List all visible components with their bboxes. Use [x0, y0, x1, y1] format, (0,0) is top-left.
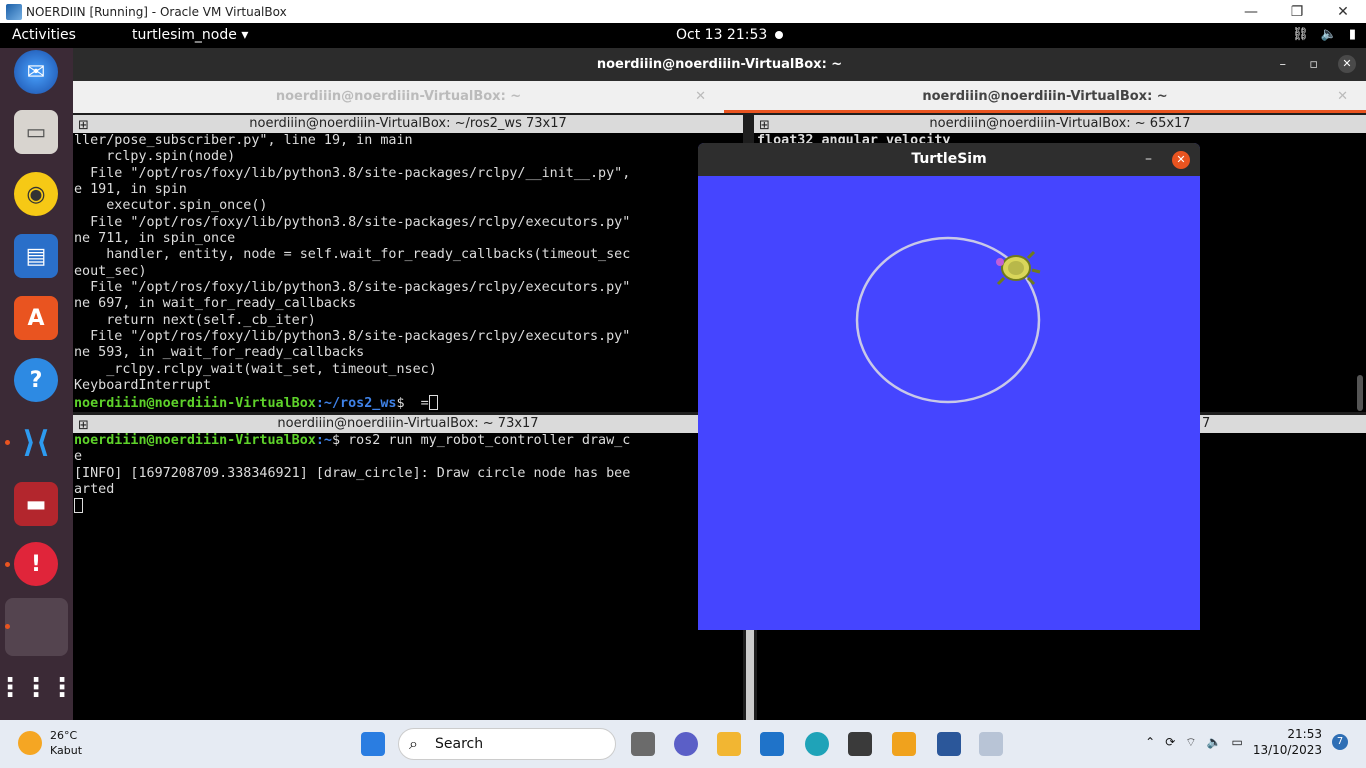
weather-temp: 26°C	[50, 729, 78, 742]
pane-title: ⊞ noerdiiin@noerdiiin-VirtualBox: ~ 73x1…	[73, 415, 743, 433]
dock-selected-highlight	[5, 598, 68, 656]
tab-close-icon[interactable]: ✕	[695, 81, 706, 113]
running-indicator	[5, 440, 10, 445]
turtlesim-window: TurtleSim – ✕	[698, 143, 1200, 630]
search-box[interactable]: ⌕ Search	[398, 728, 616, 760]
app-taskbar-icon[interactable]	[892, 732, 916, 756]
battery-icon[interactable]: ▭	[1231, 735, 1242, 749]
pane-title: ⊞ noerdiiin@noerdiiin-VirtualBox: ~ 65x1…	[754, 115, 1366, 133]
terminal-title: noerdiiin@noerdiiin-VirtualBox: ~	[596, 57, 843, 72]
gnome-top-bar: Activities turtlesim_node ▾ Oct 13 21:53…	[0, 23, 1366, 48]
edge-icon[interactable]	[805, 732, 829, 756]
volume-icon[interactable]: 🔈	[1321, 27, 1337, 42]
notification-badge[interactable]: 7	[1332, 734, 1348, 750]
tab-label: noerdiiin@noerdiiin-VirtualBox: ~	[275, 89, 522, 104]
terminal-maximize-button[interactable]: ▫	[1309, 48, 1318, 81]
error-report-icon[interactable]: !	[14, 542, 58, 586]
terminal-tabs: noerdiiin@noerdiiin-VirtualBox: ~ ✕ noer…	[73, 81, 1366, 113]
terminal-minimize-button[interactable]: –	[1280, 48, 1287, 81]
system-tray[interactable]: ⛓ 🔈 ▮	[1292, 27, 1356, 42]
host-close-button[interactable]: ✕	[1320, 0, 1366, 23]
turtlesim-title: TurtleSim	[911, 151, 987, 167]
turtlesim-minimize-button[interactable]: –	[1145, 143, 1152, 176]
mail-icon[interactable]	[760, 732, 784, 756]
virtualbox-titlebar: NOERDIIN [Running] - Oracle VM VirtualBo…	[0, 0, 1366, 23]
vscode-icon[interactable]: ⟩⟨	[14, 420, 58, 464]
virtualbox-taskbar-icon[interactable]	[848, 732, 872, 756]
weather-desc: Kabut	[50, 744, 83, 757]
wifi-icon[interactable]: ⌔	[1185, 735, 1196, 750]
help-icon[interactable]: ?	[14, 358, 58, 402]
pane-top-left[interactable]: ⊞ noerdiiin@noerdiiin-VirtualBox: ~/ros2…	[73, 115, 743, 412]
start-icon[interactable]	[361, 732, 385, 756]
weather-widget[interactable]: 26°C Kabut	[18, 728, 82, 758]
weather-icon	[18, 731, 42, 755]
thunderbird-icon[interactable]: ✉	[14, 50, 58, 94]
taskbar-tray: ⌃ ⟳ ⌔ 🔈 ▭ 21:53 13/10/2023 7	[1145, 726, 1348, 758]
turtlesim-canvas	[855, 236, 1041, 404]
virtualbox-icon	[6, 3, 22, 20]
terminal-cursor	[74, 498, 83, 514]
terminal-header: noerdiiin@noerdiiin-VirtualBox: ~ – ▫ ✕	[73, 48, 1366, 81]
libreoffice-writer-icon[interactable]: ▤	[14, 234, 58, 278]
terminal-output: noerdiiin@noerdiiin-VirtualBox:~$ ros2 r…	[74, 433, 630, 516]
word-icon[interactable]	[937, 732, 961, 756]
show-apps-icon[interactable]: ⋮⋮⋮	[0, 666, 75, 710]
terminal-output: ller/pose_subscriber.py", line 19, in ma…	[74, 133, 631, 411]
tab-label: noerdiiin@noerdiiin-VirtualBox: ~	[922, 89, 1168, 104]
running-indicator	[5, 624, 10, 629]
pane-bottom-left[interactable]: ⊞ noerdiiin@noerdiiin-VirtualBox: ~ 73x1…	[73, 415, 743, 720]
screen: NOERDIIN [Running] - Oracle VM VirtualBo…	[0, 0, 1366, 768]
host-restore-button[interactable]: ❐	[1274, 0, 1320, 23]
teams-icon[interactable]	[674, 732, 698, 756]
scrollbar[interactable]	[1357, 375, 1363, 411]
ubuntu-dock: ✉ ▭ ◉ ▤ A ? ⟩⟨ ▬ ! ⋮⋮⋮	[0, 48, 75, 720]
activities-button[interactable]: Activities	[12, 27, 76, 43]
windows-taskbar: 26°C Kabut ⌕ Search ⌃ ⟳ ⌔ 🔈 ▭ 21:53 13/1…	[0, 720, 1366, 768]
turtlesim-header: TurtleSim – ✕	[698, 143, 1200, 176]
search-icon: ⌕	[409, 734, 418, 753]
virtualbox-title: NOERDIIN [Running] - Oracle VM VirtualBo…	[26, 4, 287, 19]
terminal-icon[interactable]: ▬	[14, 482, 58, 526]
app-center-icon[interactable]: A	[14, 296, 58, 340]
files-icon[interactable]: ▭	[14, 110, 58, 154]
file-explorer-icon[interactable]	[717, 732, 741, 756]
battery-icon[interactable]: ▮	[1349, 27, 1356, 42]
task-view-icon[interactable]	[631, 732, 655, 756]
host-minimize-button[interactable]: —	[1228, 0, 1274, 23]
terminal-cursor	[428, 394, 438, 410]
chevron-up-icon[interactable]: ⌃	[1145, 735, 1155, 749]
gnome-clock[interactable]: Oct 13 21:53	[676, 27, 767, 43]
turtlesim-close-button[interactable]: ✕	[1172, 151, 1190, 169]
running-indicator	[5, 562, 10, 567]
app-menu[interactable]: turtlesim_node ▾	[132, 27, 248, 43]
network-icon[interactable]: ⛓	[1292, 27, 1309, 42]
turtle-icon	[996, 250, 1041, 286]
terminal-close-button[interactable]: ✕	[1338, 55, 1356, 73]
pane-title: ⊞ noerdiiin@noerdiiin-VirtualBox: ~/ros2…	[73, 115, 743, 133]
notification-dot-icon	[775, 31, 783, 39]
speaker-icon[interactable]: 🔈	[1207, 735, 1222, 749]
sync-icon[interactable]: ⟳	[1165, 735, 1175, 749]
snipping-tool-icon[interactable]	[979, 732, 1003, 756]
tab-2[interactable]: noerdiiin@noerdiiin-VirtualBox: ~ ✕	[724, 81, 1366, 113]
rhythmbox-icon[interactable]: ◉	[14, 172, 58, 216]
tab-close-icon[interactable]: ✕	[1337, 81, 1348, 113]
tab-1[interactable]: noerdiiin@noerdiiin-VirtualBox: ~ ✕	[73, 81, 724, 113]
taskbar-clock[interactable]: 21:53 13/10/2023	[1253, 726, 1322, 758]
